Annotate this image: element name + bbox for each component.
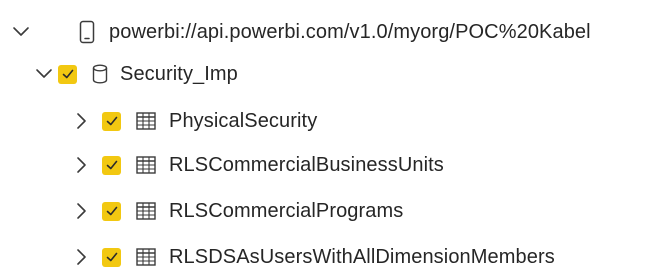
tree-node-server[interactable]: powerbi://api.powerbi.com/v1.0/myorg/POC… [0,12,591,52]
table-grid-icon [136,202,156,220]
tree-node-table[interactable]: PhysicalSecurity [0,101,317,141]
table-label: PhysicalSecurity [169,109,318,132]
chevron-right-icon[interactable] [70,110,92,132]
table-checkbox[interactable] [102,201,121,221]
checkmark-icon [106,206,117,216]
tree-node-database[interactable]: Security_Imp [0,54,238,94]
tree-node-table[interactable]: RLSCommercialPrograms [0,191,403,231]
database-cylinder-icon [92,64,108,84]
table-label: RLSCommercialPrograms [169,199,404,222]
checkmark-icon [62,69,73,79]
table-grid-icon [136,112,156,130]
table-grid-icon [136,248,156,266]
checkmark-icon [106,160,117,170]
chevron-down-icon[interactable] [10,21,32,43]
server-url-label: powerbi://api.powerbi.com/v1.0/myorg/POC… [109,20,591,43]
tree-node-table[interactable]: RLSDSAsUsersWithAllDimensionMembers [0,237,555,277]
navigator-tree: powerbi://api.powerbi.com/v1.0/myorg/POC… [0,0,671,269]
phone-device-icon [79,20,95,44]
table-label: RLSCommercialBusinessUnits [169,153,444,176]
table-checkbox[interactable] [102,247,121,267]
chevron-right-icon[interactable] [70,200,92,222]
tree-node-table[interactable]: RLSCommercialBusinessUnits [0,145,444,185]
table-checkbox[interactable] [102,111,121,131]
chevron-down-icon[interactable] [33,63,55,85]
chevron-right-icon[interactable] [70,246,92,268]
table-grid-icon [136,156,156,174]
database-label: Security_Imp [120,62,238,85]
checkmark-icon [106,116,117,126]
checkmark-icon [106,252,117,262]
database-checkbox[interactable] [58,64,77,84]
table-checkbox[interactable] [102,155,121,175]
table-label: RLSDSAsUsersWithAllDimensionMembers [169,245,555,268]
chevron-right-icon[interactable] [70,154,92,176]
